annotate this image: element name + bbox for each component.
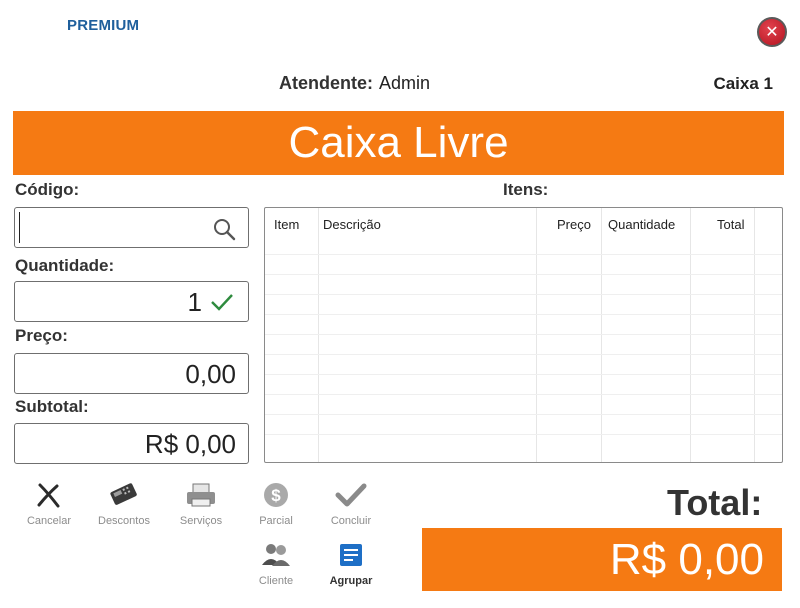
grid-row-line — [265, 414, 782, 415]
grid-row-line — [265, 354, 782, 355]
brand-label: PREMIUM — [67, 17, 140, 34]
code-label: Código: — [15, 180, 80, 199]
card-machine-icon — [110, 483, 137, 505]
subtotal-field: R$ 0,00 — [14, 423, 249, 464]
search-icon[interactable] — [212, 217, 236, 241]
grid-divider — [318, 208, 319, 462]
client-button[interactable]: Cliente — [241, 541, 311, 587]
grid-row-line — [265, 434, 782, 435]
group-button[interactable]: Agrupar — [316, 541, 386, 587]
discounts-button[interactable]: Descontos — [89, 481, 159, 527]
grid-row-line — [265, 374, 782, 375]
grid-row-line — [265, 254, 782, 255]
items-label: Itens: — [503, 180, 549, 199]
quantity-field[interactable]: 1 — [14, 281, 249, 322]
grid-divider — [536, 208, 537, 462]
column-header-description[interactable]: Descrição — [323, 217, 381, 232]
price-label: Preço: — [15, 326, 68, 345]
dollar-coin-icon: $ — [264, 483, 288, 507]
close-icon: ✕ — [765, 24, 779, 41]
grid-row-line — [265, 394, 782, 395]
x-icon — [37, 483, 60, 508]
cancel-button-label: Cancelar — [26, 515, 72, 527]
discounts-button-label: Descontos — [98, 515, 150, 527]
code-field[interactable] — [14, 207, 249, 248]
status-banner: Caixa Livre — [13, 111, 784, 175]
column-header-quantity[interactable]: Quantidade — [608, 217, 675, 232]
grid-divider — [754, 208, 755, 462]
total-value: R$ 0,00 — [422, 528, 782, 591]
grid-row-line — [265, 294, 782, 295]
group-list-icon — [340, 544, 362, 566]
column-header-total[interactable]: Total — [717, 217, 744, 232]
attendant-info: Atendente: Admin — [279, 73, 430, 94]
attendant-label: Atendente: — [279, 73, 373, 93]
subtotal-label: Subtotal: — [15, 397, 89, 416]
column-header-item[interactable]: Item — [274, 217, 299, 232]
partial-button[interactable]: $ Parcial — [241, 481, 311, 527]
items-table[interactable]: Item Descrição Preço Quantidade Total — [264, 207, 783, 463]
subtotal-value: R$ 0,00 — [144, 429, 236, 459]
printer-icon — [187, 483, 215, 507]
grid-divider — [690, 208, 691, 462]
clients-icon — [262, 544, 290, 566]
conclude-button[interactable]: Concluir — [316, 481, 386, 527]
grid-row-line — [265, 314, 782, 315]
services-button[interactable]: Serviços — [166, 481, 236, 527]
price-field[interactable]: 0,00 — [14, 353, 249, 394]
cancel-button[interactable]: Cancelar — [14, 481, 84, 527]
services-button-label: Serviços — [179, 515, 223, 527]
grid-divider — [601, 208, 602, 462]
checkmark-icon — [335, 483, 367, 507]
close-button[interactable]: ✕ — [757, 17, 787, 47]
client-button-label: Cliente — [258, 575, 294, 587]
code-input[interactable] — [19, 212, 199, 243]
partial-button-label: Parcial — [259, 515, 293, 527]
group-button-label: Agrupar — [329, 575, 373, 587]
check-icon — [211, 294, 233, 311]
quantity-value[interactable]: 1 — [188, 287, 202, 318]
attendant-name: Admin — [379, 73, 431, 93]
total-label: Total: — [667, 482, 763, 523]
grid-row-line — [265, 274, 782, 275]
conclude-button-label: Concluir — [330, 515, 372, 527]
column-header-price[interactable]: Preço — [557, 217, 591, 232]
price-value[interactable]: 0,00 — [185, 359, 236, 390]
svg-text:$: $ — [271, 486, 281, 505]
grid-row-line — [265, 334, 782, 335]
quantity-label: Quantidade: — [15, 256, 115, 275]
register-number: Caixa 1 — [713, 74, 773, 93]
items-table-header: Item Descrição Preço Quantidade Total — [265, 208, 782, 240]
